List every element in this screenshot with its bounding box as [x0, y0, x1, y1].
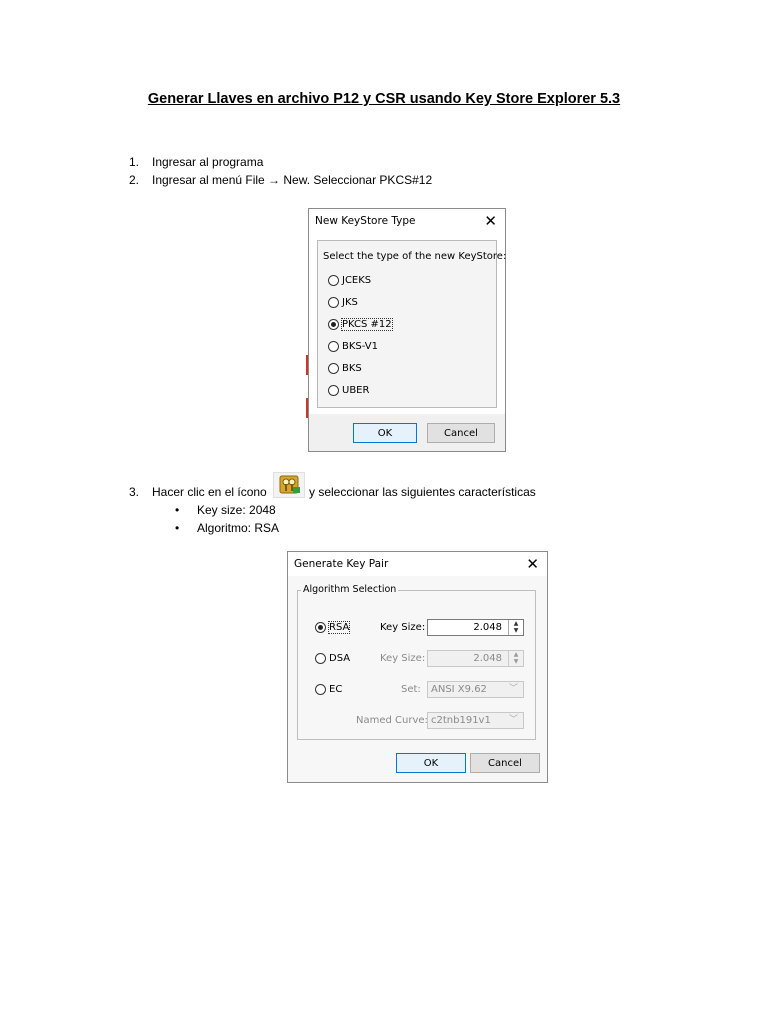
key-pair-icon	[273, 472, 305, 498]
dsa-keysize-label: Key Size:	[380, 653, 426, 664]
named-curve-select: c2tnb191v1 ﹀	[427, 712, 524, 729]
set-label: Set:	[401, 684, 421, 695]
spinner-arrows-icon[interactable]: ▲ ▼	[508, 620, 523, 635]
set-select: ANSI X9.62 ﹀	[427, 681, 524, 698]
radio-label-bks: BKS	[342, 363, 362, 374]
ok-button[interactable]: OK	[396, 753, 466, 773]
step-text: Ingresar al menú File → New. Seleccionar…	[152, 173, 433, 187]
bullet-text: Key size: 2048	[197, 503, 276, 517]
rsa-keysize-value: 2.048	[473, 622, 502, 633]
close-icon[interactable]: ✕	[526, 555, 539, 573]
radio-rsa[interactable]	[315, 622, 326, 633]
set-value: ANSI X9.62	[431, 684, 487, 695]
named-curve-value: c2tnb191v1	[431, 715, 491, 726]
bullet-item: • Algoritmo: RSA	[175, 521, 375, 535]
radio-jks[interactable]	[328, 297, 339, 308]
dsa-keysize-input: 2.048 ▲ ▼	[427, 650, 524, 667]
step-number: 1.	[129, 155, 140, 169]
radio-label-dsa: DSA	[329, 653, 351, 664]
dsa-keysize-value: 2.048	[473, 653, 502, 664]
bullet-glyph: •	[175, 521, 180, 535]
step-text: Ingresar al programa	[152, 155, 264, 169]
generate-key-pair-dialog: Generate Key Pair ✕ Algorithm Selection …	[287, 551, 548, 783]
radio-label-jks: JKS	[342, 297, 358, 308]
radio-dsa[interactable]	[315, 653, 326, 664]
named-curve-label: Named Curve:	[356, 715, 428, 726]
dialog-footer: OK Cancel	[309, 414, 505, 451]
dialog-title: New KeyStore Type	[315, 215, 416, 227]
radio-label-jceks: JCEKS	[342, 275, 372, 286]
radio-bks[interactable]	[328, 363, 339, 374]
step-text-before: Hacer clic en el ícono	[152, 485, 267, 499]
radio-label-bks-v1: BKS-V1	[342, 341, 378, 352]
keystore-type-group: Select the type of the new KeyStore: JCE…	[317, 240, 506, 408]
dialog-title-bar: Generate Key Pair ✕	[288, 552, 547, 576]
ok-button[interactable]: OK	[353, 423, 417, 443]
group-legend: Algorithm Selection	[301, 584, 399, 595]
bullet-item: • Key size: 2048	[175, 503, 375, 517]
cancel-button[interactable]: Cancel	[470, 753, 540, 773]
radio-label-ec: EC	[329, 684, 343, 695]
spinner-arrows-icon: ▲ ▼	[508, 651, 523, 666]
radio-jceks[interactable]	[328, 275, 339, 286]
radio-label-rsa: RSA	[327, 621, 351, 634]
bullet-text: Algoritmo: RSA	[197, 521, 280, 535]
cancel-button[interactable]: Cancel	[427, 423, 495, 443]
new-keystore-type-dialog: New KeyStore Type ✕ Select the type of t…	[308, 208, 506, 452]
chevron-down-icon: ﹀	[508, 684, 518, 694]
radio-bks-v1[interactable]	[328, 341, 339, 352]
radio-label-pkcs12: PKCS #12	[341, 318, 393, 331]
step-2: 2. Ingresar al menú File → New. Seleccio…	[129, 173, 629, 187]
radio-label-uber: UBER	[342, 385, 370, 396]
radio-pkcs12[interactable]	[328, 319, 339, 330]
step-number: 2.	[129, 173, 140, 187]
dialog-title: Generate Key Pair	[294, 558, 389, 570]
rsa-keysize-input[interactable]: 2.048 ▲ ▼	[427, 619, 524, 636]
step-3: 3. Hacer clic en el ícono y seleccionar …	[129, 485, 689, 499]
document-title: Generar Llaves en archivo P12 y CSR usan…	[147, 91, 621, 107]
bullet-glyph: •	[175, 503, 180, 517]
rsa-keysize-label: Key Size:	[380, 622, 426, 633]
radio-ec[interactable]	[315, 684, 326, 695]
step-number: 3.	[129, 485, 140, 499]
chevron-down-icon: ﹀	[508, 715, 518, 725]
step-text-after: y seleccionar las siguientes característ…	[309, 485, 536, 499]
step-1: 1. Ingresar al programa	[129, 155, 629, 169]
keystore-prompt: Select the type of the new KeyStore:	[323, 251, 507, 262]
close-icon[interactable]: ✕	[484, 212, 497, 230]
radio-uber[interactable]	[328, 385, 339, 396]
